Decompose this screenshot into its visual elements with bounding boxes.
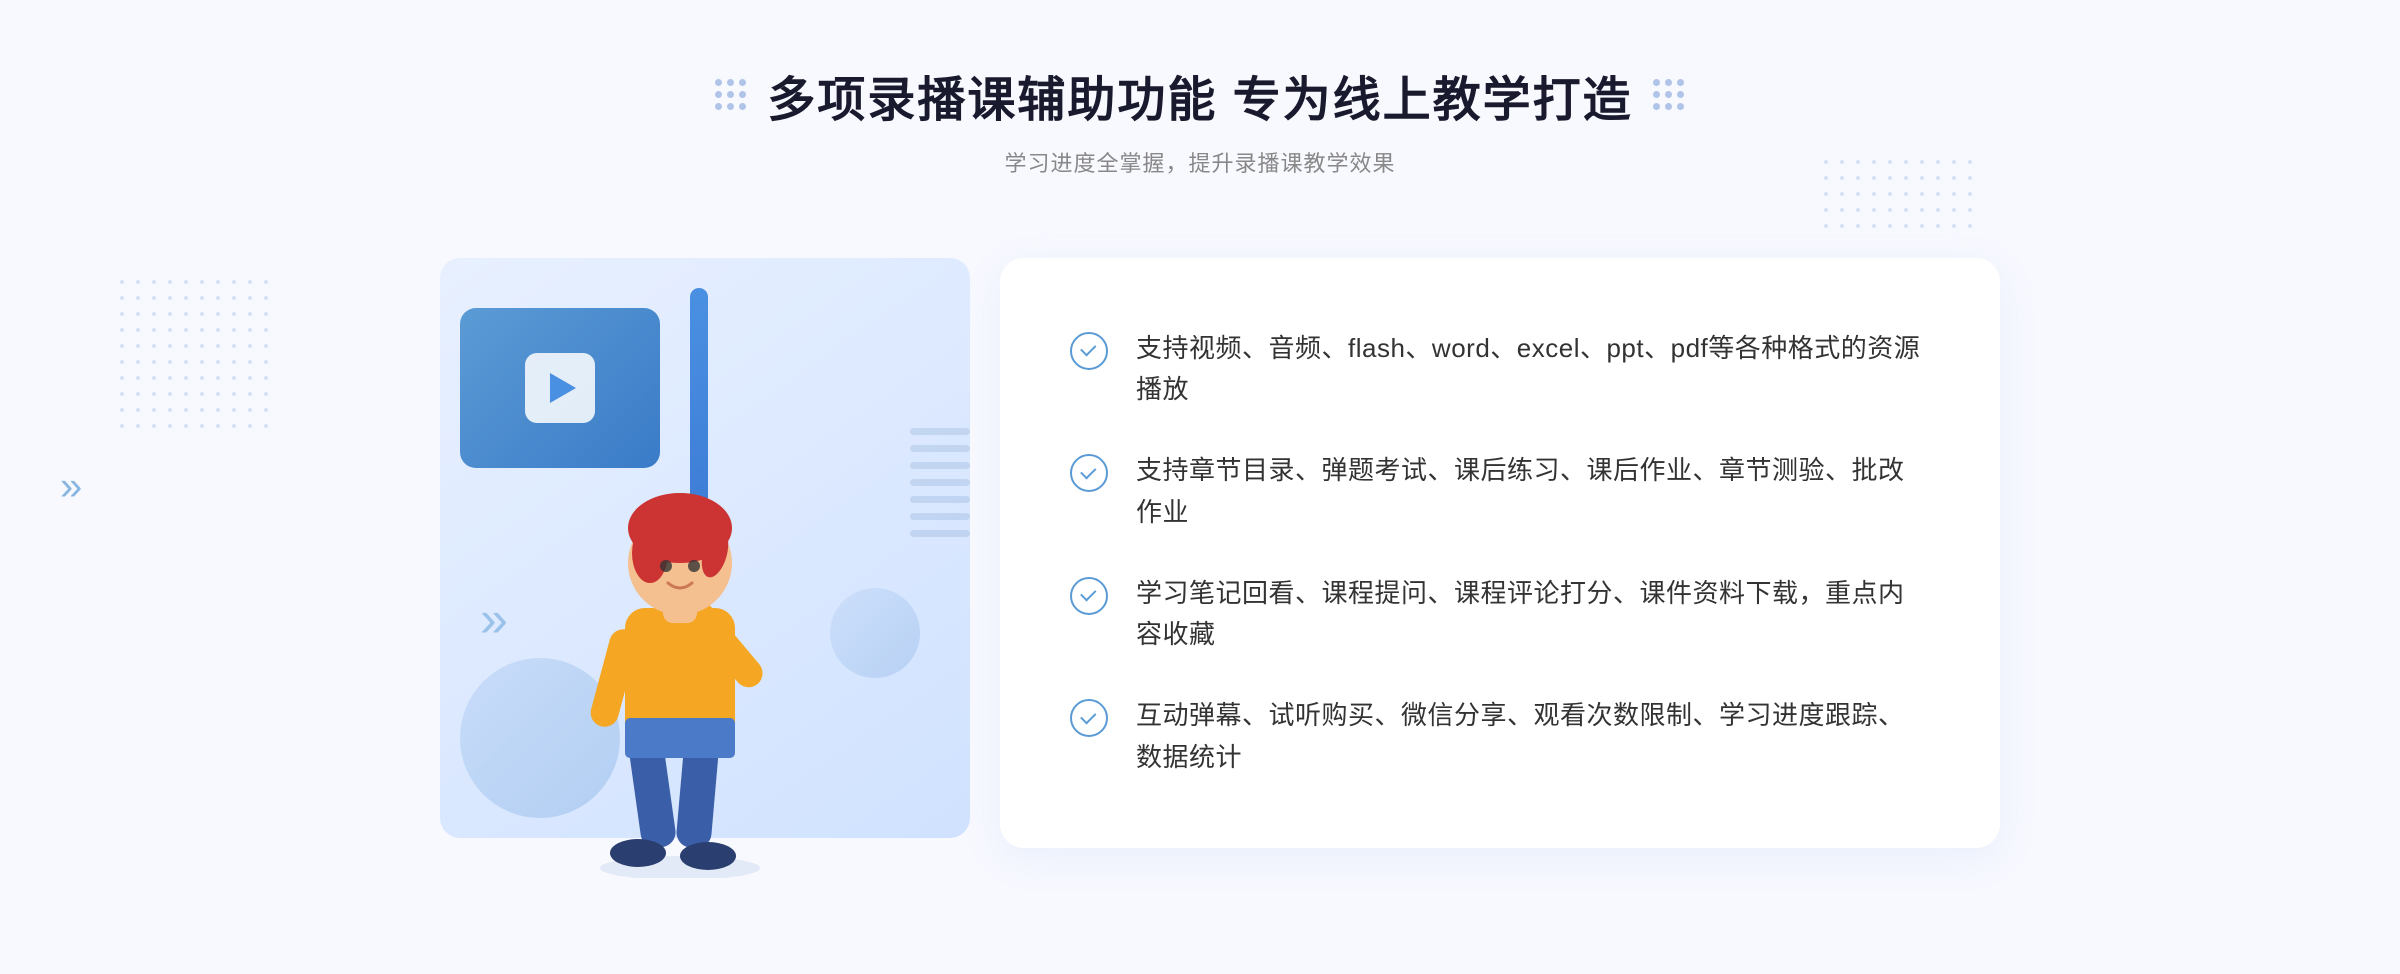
subtitle: 学习进度全掌握，提升录播课教学效果	[715, 146, 1684, 178]
angle-quotes-decoration: «	[480, 590, 508, 648]
circle-small-decoration	[830, 588, 920, 678]
title-dots-left	[715, 79, 747, 111]
arrow-left-decoration: »	[60, 465, 82, 510]
feature-text-2: 支持章节目录、弹题考试、课后练习、课后作业、章节测验、批改作业	[1136, 450, 1930, 533]
check-circle-2	[1070, 454, 1108, 492]
feature-text-1: 支持视频、音频、flash、word、excel、ppt、pdf等各种格式的资源…	[1136, 328, 1930, 411]
check-icon-1	[1070, 332, 1108, 370]
feature-item-3: 学习笔记回看、课程提问、课程评论打分、课件资料下载，重点内容收藏	[1070, 573, 1930, 656]
title-wrapper: 多项录播课辅助功能 专为线上教学打造	[715, 60, 1684, 130]
stripe-decoration	[910, 428, 970, 548]
check-circle-1	[1070, 332, 1108, 370]
header-section: 多项录播课辅助功能 专为线上教学打造 学习进度全掌握，提升录播课教学效果	[715, 0, 1684, 198]
double-arrow-icon: »	[60, 465, 82, 509]
feature-item-1: 支持视频、音频、flash、word、excel、ppt、pdf等各种格式的资源…	[1070, 328, 1930, 411]
check-icon-4	[1070, 699, 1108, 737]
main-title: 多项录播课辅助功能 专为线上教学打造	[767, 60, 1632, 130]
person-illustration	[530, 398, 830, 878]
page-container: » 多项录播课辅助功能 专为线上教学打造 学习进度全掌握，提升录播课教学效果	[0, 0, 2400, 974]
check-icon-3	[1070, 577, 1108, 615]
feature-item-4: 互动弹幕、试听购买、微信分享、观看次数限制、学习进度跟踪、数据统计	[1070, 695, 1930, 778]
content-area: « 支持视频、音频、flash、word、excel、ppt、pdf等各种格式的…	[400, 228, 2000, 878]
right-content-panel: 支持视频、音频、flash、word、excel、ppt、pdf等各种格式的资源…	[1000, 258, 2000, 848]
check-icon-2	[1070, 454, 1108, 492]
title-dots-right	[1653, 79, 1685, 111]
feature-text-4: 互动弹幕、试听购买、微信分享、观看次数限制、学习进度跟踪、数据统计	[1136, 695, 1930, 778]
bg-dots-left	[120, 280, 276, 436]
check-circle-3	[1070, 577, 1108, 615]
feature-text-3: 学习笔记回看、课程提问、课程评论打分、课件资料下载，重点内容收藏	[1136, 573, 1930, 656]
check-circle-4	[1070, 699, 1108, 737]
feature-item-2: 支持章节目录、弹题考试、课后练习、课后作业、章节测验、批改作业	[1070, 450, 1930, 533]
left-image-section: «	[400, 228, 1020, 878]
